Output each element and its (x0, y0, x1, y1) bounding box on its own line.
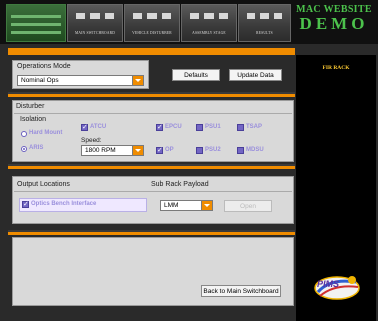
tab-main-switchboard-label: MAIN SWITCHBOARD (74, 31, 116, 35)
update-data-button[interactable]: Update Data (229, 69, 282, 81)
checkbox-tsap-label: TSAP (246, 124, 263, 130)
payload-value: LMM (164, 202, 179, 209)
checkbox-op-label: OP (165, 147, 174, 153)
checkbox-optics-bench[interactable] (22, 200, 29, 208)
checkbox-epcu-label: EPCU (165, 124, 182, 130)
header-divider (8, 48, 295, 55)
pims-logo-text: PIMS (317, 279, 340, 289)
section-divider (8, 166, 295, 169)
checkbox-psu1[interactable] (196, 124, 203, 131)
disturber-title-rule (14, 113, 292, 114)
tab-vehicle-disturber-label: VEHICLE DISTURBER (132, 31, 172, 35)
operations-mode-value: Nominal Ops (21, 77, 59, 84)
defaults-button[interactable]: Defaults (172, 69, 220, 81)
checkbox-mdsu[interactable] (237, 147, 244, 154)
open-button[interactable]: Open (224, 200, 272, 212)
checkbox-op[interactable] (156, 146, 163, 154)
home-logo-tab[interactable] (6, 4, 66, 42)
tab-assembly-stage-label: ASSEMBLY STAGE (192, 31, 226, 35)
radio-aris-label: ARIS (29, 145, 44, 151)
checkbox-mdsu-label: MDSU (246, 147, 264, 153)
chevron-down-icon[interactable] (132, 146, 143, 155)
radio-hard-mount-label: Hard Mount (29, 130, 63, 136)
tab-results[interactable]: RESULTS (238, 4, 291, 42)
checkbox-psu2-label: PSU2 (205, 147, 221, 153)
brand-logo: MAC WEBSITE DEMO (293, 4, 375, 34)
output-title-rule (14, 191, 292, 192)
tab-results-label: RESULTS (256, 31, 273, 35)
isolation-label: Isolation (20, 116, 47, 123)
speed-value: 1800 RPM (85, 147, 116, 154)
disturber-title: Disturber (16, 103, 45, 110)
checkbox-optics-bench-label: Optics Bench Interface (31, 201, 97, 207)
chevron-down-icon[interactable] (132, 76, 143, 85)
checkbox-atcu[interactable] (81, 123, 88, 131)
tab-main-switchboard[interactable]: MAIN SWITCHBOARD (67, 4, 123, 42)
checkbox-epcu[interactable] (156, 123, 163, 131)
operations-mode-select[interactable]: Nominal Ops (17, 75, 144, 86)
operations-mode-title: Operations Mode (17, 63, 71, 70)
speed-label: Speed: (81, 137, 102, 144)
tab-vehicle-disturber[interactable]: VEHICLE DISTURBER (124, 4, 180, 42)
checkbox-psu1-label: PSU1 (205, 124, 221, 130)
sub-rack-payload-title: Sub Rack Payload (151, 181, 209, 188)
chevron-down-icon[interactable] (201, 201, 212, 210)
checkbox-psu2[interactable] (196, 147, 203, 154)
tab-assembly-stage[interactable]: ASSEMBLY STAGE (181, 4, 237, 42)
payload-select[interactable]: LMM (160, 200, 213, 211)
radio-aris[interactable] (21, 146, 27, 152)
section-divider (8, 94, 295, 97)
checkbox-atcu-label: ATCU (90, 124, 107, 130)
brand-line-2: DEMO (299, 14, 369, 33)
back-to-main-switchboard-button[interactable]: Back to Main Switchboard (201, 285, 281, 297)
section-divider (8, 232, 295, 235)
radio-hard-mount[interactable] (21, 131, 27, 137)
output-locations-title: Output Locations (17, 181, 70, 188)
rack-title: FIR RACK (322, 65, 350, 71)
speed-select[interactable]: 1800 RPM (81, 145, 144, 156)
pims-logo: PIMS (312, 270, 362, 304)
checkbox-tsap[interactable] (237, 124, 244, 131)
